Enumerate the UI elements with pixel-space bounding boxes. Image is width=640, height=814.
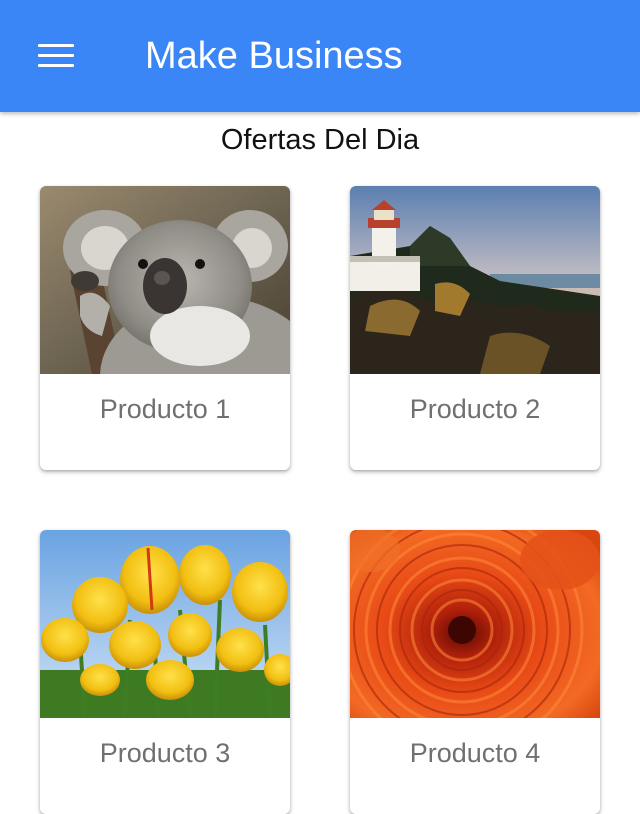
hamburger-menu-icon[interactable] [28, 36, 84, 76]
tulips-photo [40, 530, 290, 718]
app-title: Make Business [145, 35, 403, 77]
product-card-2[interactable]: Producto 2 [350, 186, 600, 470]
koala-photo [40, 186, 290, 374]
product-card-3[interactable]: Producto 3 [40, 530, 290, 814]
lighthouse-photo [350, 186, 600, 374]
chrysanthemum-photo [350, 530, 600, 718]
product-label: Producto 1 [99, 394, 231, 424]
menu-line [38, 64, 74, 67]
menu-line [38, 54, 74, 57]
product-label: Producto 2 [409, 394, 541, 424]
product-card-1[interactable]: Producto 1 [40, 186, 290, 470]
product-card-4[interactable]: Producto 4 [350, 530, 600, 814]
product-label: Producto 3 [99, 738, 231, 768]
app-toolbar: Make Business [0, 0, 640, 112]
section-title: Ofertas Del Dia [220, 124, 420, 156]
menu-line [38, 44, 74, 47]
product-label: Producto 4 [409, 738, 541, 768]
